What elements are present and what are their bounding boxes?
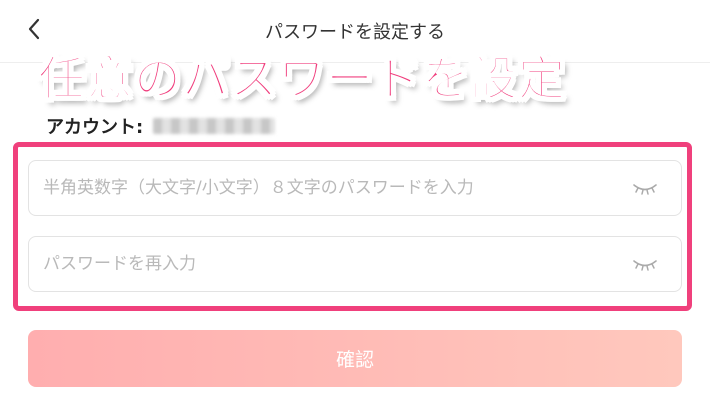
password-field[interactable] bbox=[28, 160, 682, 216]
password-input[interactable] bbox=[43, 161, 603, 215]
account-label: アカウント: bbox=[46, 117, 144, 138]
eye-closed-icon[interactable] bbox=[631, 179, 659, 199]
confirm-password-input[interactable] bbox=[43, 237, 603, 291]
account-row: アカウント: bbox=[46, 113, 276, 139]
account-value-redacted bbox=[153, 118, 276, 134]
eye-closed-icon[interactable] bbox=[631, 255, 659, 275]
confirm-password-field[interactable] bbox=[28, 236, 682, 292]
confirm-button-label: 確認 bbox=[335, 349, 374, 371]
confirm-button[interactable]: 確認 bbox=[28, 330, 682, 387]
annotation-caption: 任意のパスワードを設定 bbox=[37, 51, 566, 108]
